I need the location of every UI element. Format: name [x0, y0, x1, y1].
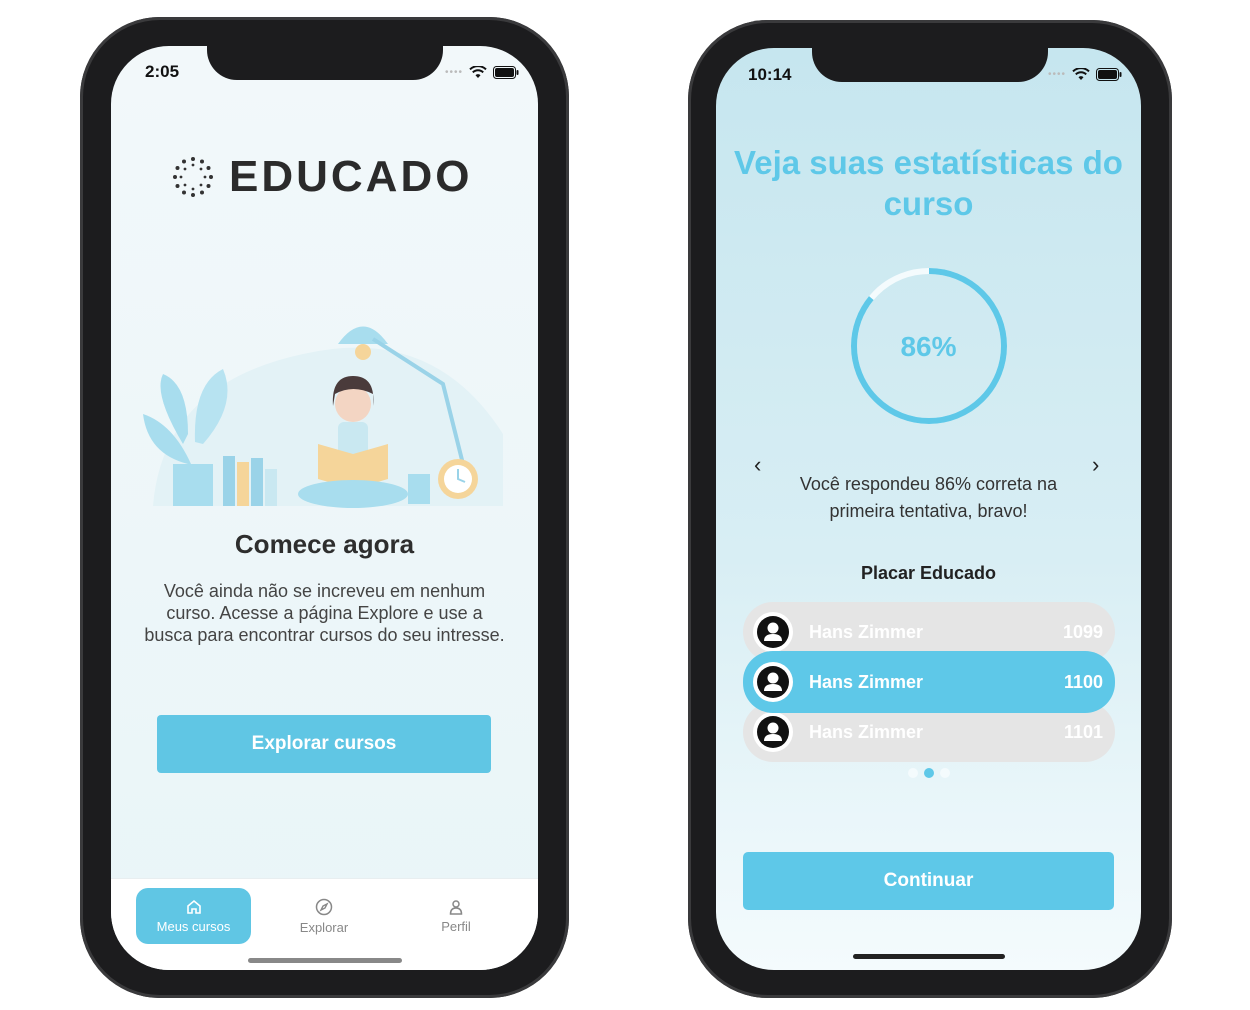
battery-icon — [493, 66, 519, 79]
tab-my-courses[interactable]: Meus cursos — [136, 888, 251, 944]
tab-label: Explorar — [299, 919, 349, 935]
user-avatar-icon — [757, 716, 789, 748]
educado-logo: EDUCADO — [171, 152, 481, 202]
user-avatar-icon — [757, 666, 789, 698]
notch — [207, 46, 443, 80]
status-icons: •••• — [445, 66, 519, 79]
explore-courses-button[interactable]: Explorar cursos — [157, 715, 491, 773]
progress-percent: 86% — [900, 331, 957, 362]
stats-title: Veja suas estatísticas do curso — [734, 144, 1123, 222]
avatar — [753, 612, 793, 652]
chevron-right-icon[interactable]: › — [1092, 452, 1099, 478]
empty-state-title: Comece agora — [234, 529, 415, 559]
status-time: 2:05 — [145, 62, 180, 81]
screen-my-courses: 2:05 •••• EDUCADO Comece agora Você aind… — [111, 46, 538, 970]
screen-course-stats: 10:14 •••• Veja suas estatísticas do cur… — [716, 48, 1141, 970]
tab-label: Perfil — [441, 918, 471, 934]
notch — [812, 48, 1048, 82]
leaderboard-name: Hans Zimmer — [809, 721, 924, 742]
leaderboard-score: 1101 — [1063, 721, 1103, 742]
leaderboard-title: Placar Educado — [860, 563, 997, 583]
status-icons: •••• — [1048, 68, 1122, 81]
wifi-icon — [469, 66, 487, 78]
user-avatar-icon — [757, 616, 789, 648]
avatar — [753, 712, 793, 752]
empty-state-body: Você ainda não se increveu em nenhum cur… — [144, 581, 505, 645]
logo-text: EDUCADO — [229, 152, 473, 201]
home-indicator — [853, 954, 1005, 959]
compass-icon — [315, 898, 333, 915]
leaderboard-row: Hans Zimmer 1100 — [743, 651, 1115, 713]
page-dot[interactable] — [939, 768, 950, 778]
tab-label: Meus cursos — [156, 918, 231, 934]
leaderboard-score: 1100 — [1063, 671, 1103, 692]
leaderboard-score: 1099 — [1062, 621, 1103, 642]
signal-icon: •••• — [1048, 69, 1067, 80]
leaderboard-name: Hans Zimmer — [809, 671, 924, 692]
battery-icon — [1096, 68, 1122, 81]
page-dot[interactable] — [907, 768, 918, 778]
avatar — [753, 662, 793, 702]
home-indicator — [248, 958, 402, 963]
chevron-left-icon[interactable]: ‹ — [754, 452, 761, 478]
leaderboard-name: Hans Zimmer — [809, 621, 924, 642]
bottom-tab-bar: Meus cursos Explorar Perfil — [111, 878, 538, 970]
logo-mark-icon — [173, 157, 213, 197]
status-time: 10:14 — [748, 65, 792, 84]
page-indicator — [716, 768, 1141, 778]
page-dot-active[interactable] — [923, 768, 934, 778]
signal-icon: •••• — [445, 67, 464, 78]
wifi-icon — [1072, 68, 1090, 80]
tab-profile[interactable]: Perfil — [411, 888, 501, 944]
home-icon — [186, 899, 201, 914]
continue-button[interactable]: Continuar — [743, 852, 1114, 910]
user-icon — [449, 899, 463, 915]
reading-illustration — [143, 326, 503, 508]
stats-message: Você respondeu 86% correta na primeira t… — [799, 474, 1058, 521]
tab-explore[interactable]: Explorar — [279, 888, 369, 944]
